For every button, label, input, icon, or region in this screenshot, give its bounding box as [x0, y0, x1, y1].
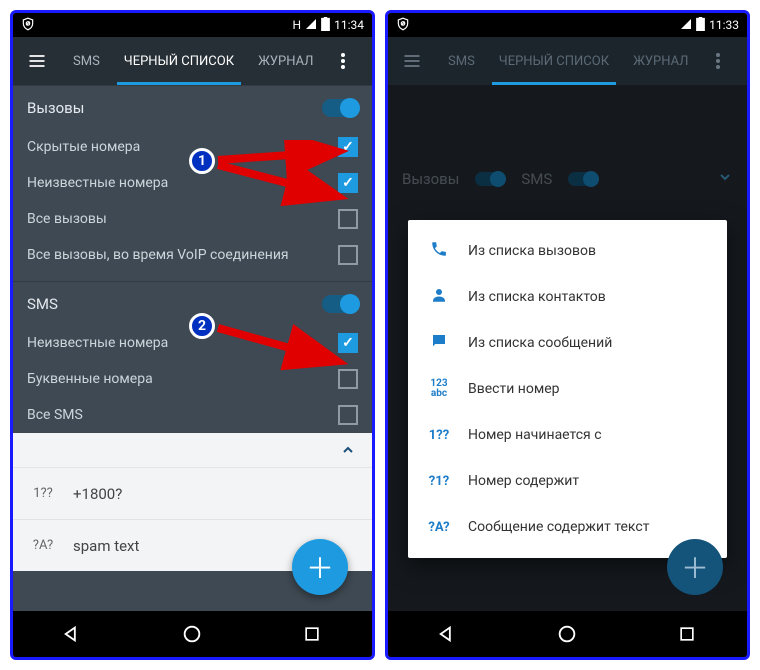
nav-recent[interactable]: [298, 620, 326, 648]
tab-sms[interactable]: SMS: [61, 37, 112, 85]
more-button[interactable]: [325, 53, 361, 69]
nav-recent[interactable]: [673, 620, 701, 648]
calls-row-voip[interactable]: Все вызовы, во время VoIP соединения: [13, 237, 372, 273]
person-icon: [428, 286, 450, 308]
shield-icon: [21, 17, 35, 34]
annotation-arrow-1b: [213, 160, 353, 220]
menu-from-contacts[interactable]: Из списка контактов: [408, 274, 727, 320]
contains-text-icon: ?A?: [428, 520, 450, 535]
sms-toggle[interactable]: [322, 295, 358, 313]
status-bar: H 11:34: [13, 13, 372, 37]
annotation-arrow-2: [213, 320, 353, 380]
nav-bar: [13, 611, 372, 657]
app-bar: SMS ЧЕРНЫЙ СПИСОК ЖУРНАЛ: [388, 37, 747, 85]
menu-contains-number[interactable]: ?1? Номер содержит: [408, 458, 727, 504]
add-fab-dimmed: ＋: [667, 539, 723, 595]
battery-icon: [696, 17, 705, 34]
tab-journal[interactable]: ЖУРНАЛ: [621, 37, 700, 85]
menu-starts-with[interactable]: 1?? Номер начинается с: [408, 412, 727, 458]
menu-button[interactable]: [388, 51, 436, 71]
app-bar: SMS ЧЕРНЫЙ СПИСОК ЖУРНАЛ: [13, 37, 372, 85]
nav-home[interactable]: [178, 620, 206, 648]
clock: 11:33: [709, 18, 739, 32]
battery-icon: [321, 17, 330, 34]
blacklist-item-text: spam text: [73, 537, 139, 555]
tab-sms[interactable]: SMS: [436, 37, 487, 85]
checkbox-voip-calls[interactable]: [338, 245, 358, 265]
nav-back[interactable]: [59, 620, 87, 648]
nav-bar: [388, 611, 747, 657]
annotation-badge-2: 2: [189, 313, 215, 339]
status-bar: 11:33: [388, 13, 747, 37]
shield-icon: [396, 17, 410, 34]
content-area: Вызовы Скрытые номера Неизвестные номера…: [13, 85, 372, 611]
contains-number-icon: ?1?: [428, 474, 450, 489]
phone-right: 11:33 SMS ЧЕРНЫЙ СПИСОК ЖУРНАЛ Вызовы SM…: [385, 10, 750, 660]
tab-blacklist[interactable]: ЧЕРНЫЙ СПИСОК: [487, 37, 621, 85]
signal-icon: [680, 18, 692, 33]
calls-section-header: Вызовы: [13, 85, 372, 129]
tab-blacklist[interactable]: ЧЕРНЫЙ СПИСОК: [112, 37, 246, 85]
more-button[interactable]: [700, 53, 736, 69]
phone-left: H 11:34 SMS ЧЕРНЫЙ СПИСОК ЖУРНАЛ Вызовы …: [10, 10, 375, 660]
menu-from-calls[interactable]: Из списка вызовов: [408, 228, 727, 274]
sms-heading: SMS: [27, 295, 58, 313]
message-icon: [428, 332, 450, 354]
checkbox-sms-all[interactable]: [338, 405, 358, 425]
keypad-icon: 123abc: [428, 379, 450, 399]
blacklist-item-text: +1800?: [73, 485, 122, 503]
collapse-button[interactable]: [13, 433, 372, 467]
annotation-badge-1: 1: [189, 148, 215, 174]
menu-enter-number[interactable]: 123abc Ввести номер: [408, 366, 727, 412]
add-fab[interactable]: ＋: [292, 539, 348, 595]
add-menu-sheet: Из списка вызовов Из списка контактов Из…: [408, 220, 727, 558]
starts-with-icon: 1??: [428, 428, 450, 443]
pattern-icon: 1??: [27, 486, 59, 501]
calls-toggle[interactable]: [322, 99, 358, 117]
network-indicator: H: [293, 18, 302, 32]
phone-icon: [428, 240, 450, 262]
content-area: Вызовы SMS Из списка вызовов Из списка к…: [388, 85, 747, 611]
menu-button[interactable]: [13, 51, 61, 71]
signal-icon: [305, 18, 317, 33]
blacklist-item-1[interactable]: 1?? +1800?: [13, 467, 372, 519]
sms-row-all[interactable]: Все SMS: [13, 397, 372, 433]
tab-journal[interactable]: ЖУРНАЛ: [246, 37, 325, 85]
menu-from-messages[interactable]: Из списка сообщений: [408, 320, 727, 366]
clock: 11:34: [334, 18, 364, 32]
nav-back[interactable]: [434, 620, 462, 648]
nav-home[interactable]: [553, 620, 581, 648]
calls-heading: Вызовы: [27, 99, 84, 117]
text-pattern-icon: ?A?: [27, 538, 59, 553]
